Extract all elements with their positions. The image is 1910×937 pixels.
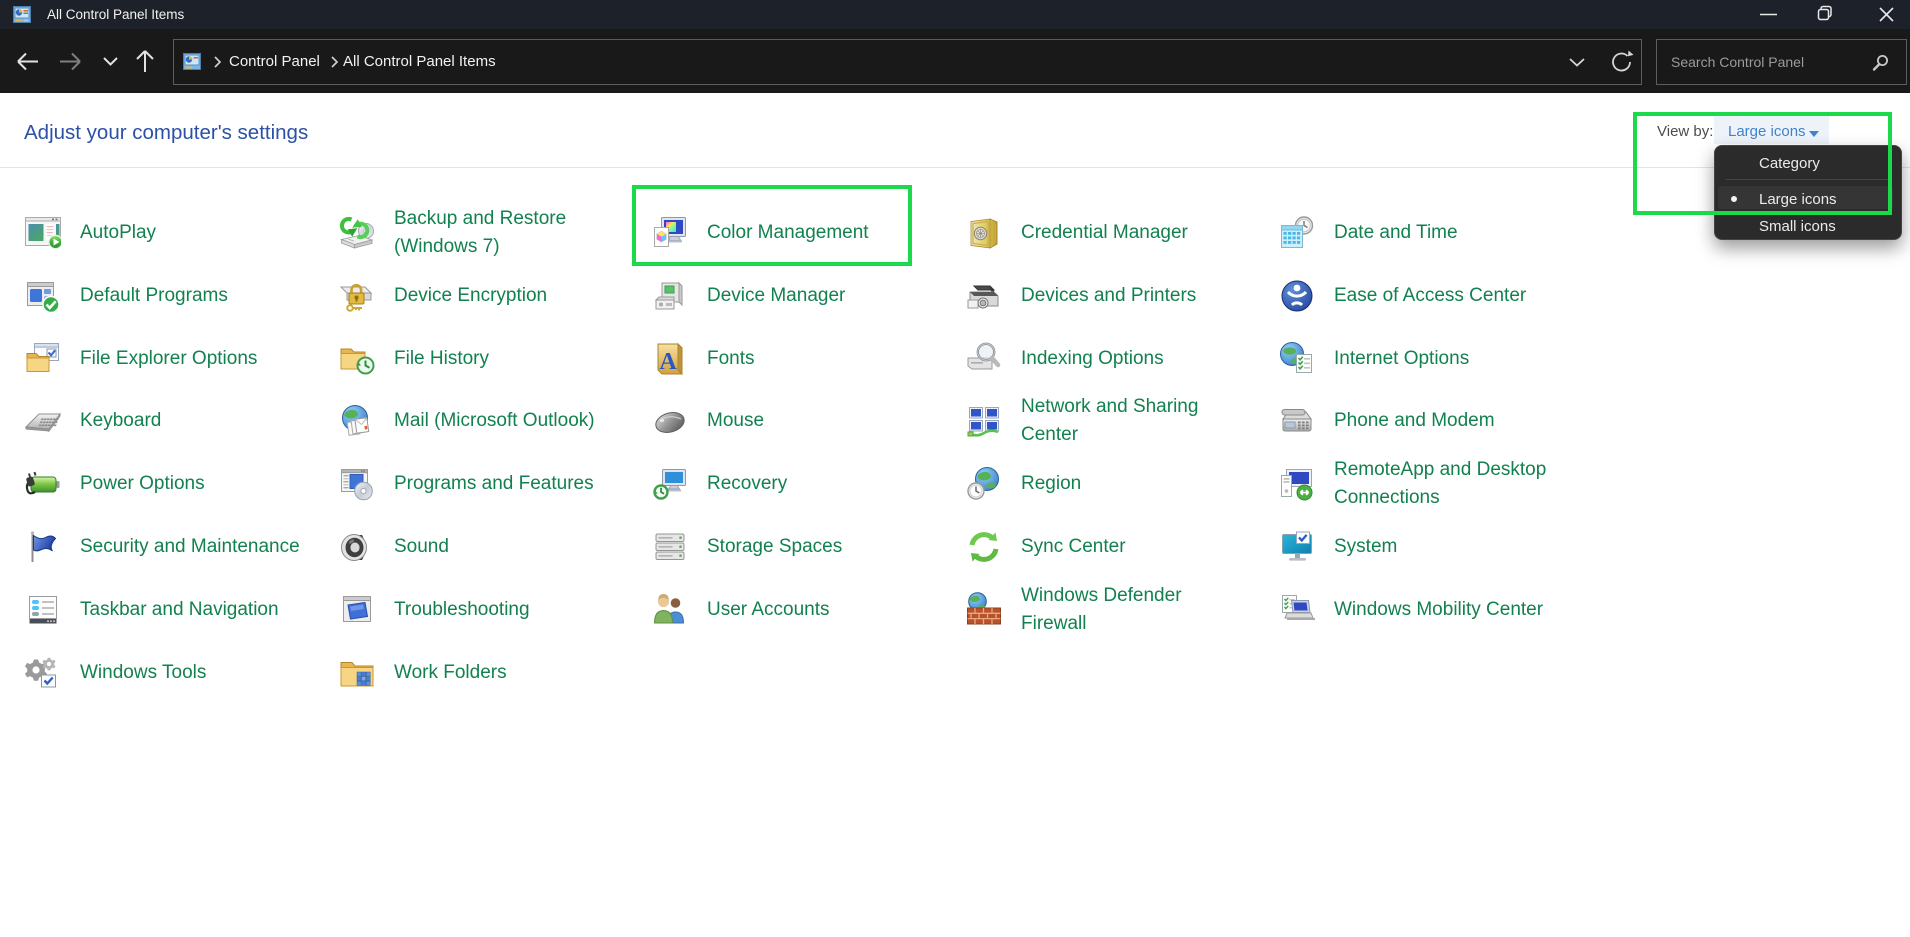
svg-text:A: A bbox=[659, 349, 677, 375]
